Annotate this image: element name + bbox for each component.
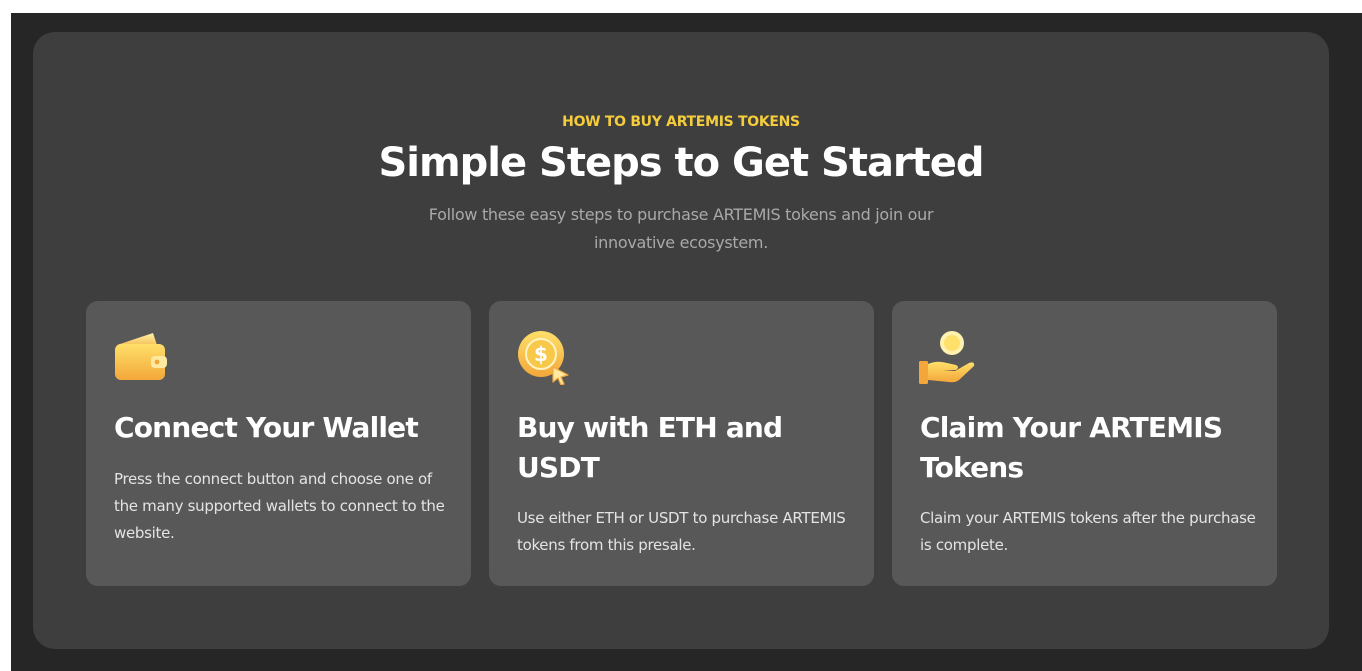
how-to-buy-section: HOW TO BUY ARTEMIS TOKENS Simple Steps t… <box>33 32 1329 649</box>
step-title: Connect Your Wallet <box>114 411 419 444</box>
step-card-buy: $ Buy with ETH and USDT Use either ETH o… <box>489 301 874 586</box>
step-description: Press the connect button and choose one … <box>114 470 445 542</box>
dollar-coin-cursor-icon: $ <box>518 331 569 385</box>
wallet-icon <box>115 333 167 380</box>
section-eyebrow: HOW TO BUY ARTEMIS TOKENS <box>562 114 800 130</box>
step-description: Use either ETH or USDT to purchase ARTEM… <box>517 509 846 554</box>
section-subtitle: Follow these easy steps to purchase ARTE… <box>428 205 934 252</box>
step-card-claim: Claim Your ARTEMIS Tokens Claim your ART… <box>892 301 1277 586</box>
page-frame: HOW TO BUY ARTEMIS TOKENS Simple Steps t… <box>11 13 1362 671</box>
section-title: Simple Steps to Get Started <box>378 140 984 186</box>
step-title: Claim Your ARTEMIS Tokens <box>920 411 1223 484</box>
svg-text:$: $ <box>534 342 548 366</box>
step-title: Buy with ETH and USDT <box>517 411 783 484</box>
step-description: Claim your ARTEMIS tokens after the purc… <box>920 509 1256 554</box>
hand-coin-icon <box>919 331 975 384</box>
step-card-connect-wallet: Connect Your Wallet Press the connect bu… <box>86 301 471 586</box>
